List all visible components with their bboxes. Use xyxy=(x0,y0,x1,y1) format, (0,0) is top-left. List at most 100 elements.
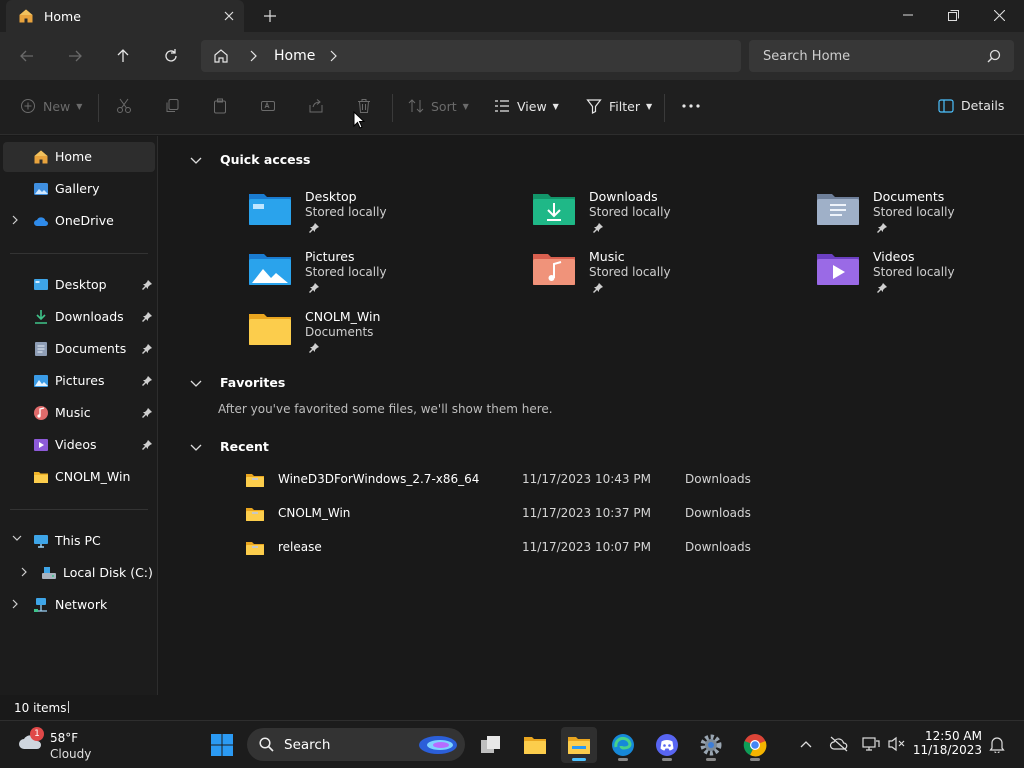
quick-access-pictures[interactable]: Pictures Stored locally xyxy=(248,249,508,305)
quick-access-desktop[interactable]: Desktop Stored locally xyxy=(248,189,508,245)
cut-button[interactable] xyxy=(116,98,132,114)
network-icon xyxy=(33,597,49,613)
weather-widget[interactable]: 1 58°F Cloudy xyxy=(18,727,91,761)
pin-icon xyxy=(142,343,152,357)
chrome-button[interactable] xyxy=(737,727,773,763)
chevron-right-icon[interactable] xyxy=(21,567,28,580)
address-bar[interactable]: Home xyxy=(201,40,741,72)
sidebar-item-downloads[interactable]: Downloads xyxy=(3,302,155,332)
search-box[interactable]: Search Home xyxy=(749,40,1014,72)
quick-access-videos[interactable]: Videos Stored locally xyxy=(816,249,1024,305)
copy-icon xyxy=(166,99,179,112)
minimize-button[interactable] xyxy=(885,0,931,30)
show-hidden-icons-button[interactable] xyxy=(793,731,819,757)
recent-row[interactable]: WineD3DForWindows_2.7-x86_64 11/17/2023 … xyxy=(245,468,845,492)
settings-button[interactable] xyxy=(693,727,729,763)
item-subtitle: Stored locally xyxy=(589,205,671,219)
more-options-button[interactable] xyxy=(682,104,700,108)
view-button[interactable]: View ▼ xyxy=(494,98,559,114)
sidebar-item-videos[interactable]: Videos xyxy=(3,430,155,460)
details-button[interactable]: Details xyxy=(938,98,1004,113)
pin-icon xyxy=(142,439,152,453)
sort-button[interactable]: Sort ▼ xyxy=(408,98,469,114)
tab-home[interactable]: Home xyxy=(6,0,244,32)
chevron-down-icon[interactable] xyxy=(190,441,202,453)
quick-access-music[interactable]: Music Stored locally xyxy=(532,249,792,305)
item-name: Music xyxy=(589,249,625,264)
refresh-button[interactable] xyxy=(156,42,186,70)
clock[interactable]: 12:50 AM 11/18/2023 xyxy=(906,729,982,757)
weather-temp: 58°F xyxy=(50,731,79,745)
chevron-down-icon[interactable] xyxy=(190,154,202,166)
file-explorer-active-button[interactable] xyxy=(561,727,597,763)
sidebar-item-gallery[interactable]: Gallery xyxy=(3,174,155,204)
breadcrumb-home[interactable]: Home xyxy=(274,48,315,64)
folder-pictures-icon xyxy=(248,249,292,287)
mouse-cursor-icon xyxy=(353,110,366,132)
recent-location: Downloads xyxy=(685,472,751,486)
edge-icon xyxy=(612,734,634,756)
new-tab-button[interactable] xyxy=(258,5,282,27)
sidebar-item-home[interactable]: Home xyxy=(3,142,155,172)
sidebar-item-music[interactable]: Music xyxy=(3,398,155,428)
edge-button[interactable] xyxy=(605,727,641,763)
sidebar-item-onedrive[interactable]: OneDrive xyxy=(3,206,155,236)
back-button[interactable] xyxy=(12,42,42,70)
chevron-down-icon: ▼ xyxy=(462,101,469,111)
gear-icon xyxy=(700,734,722,756)
sidebar-item-desktop[interactable]: Desktop xyxy=(3,270,155,300)
recent-row[interactable]: CNOLM_Win 11/17/2023 10:37 PM Downloads xyxy=(245,502,845,526)
onedrive-tray-icon[interactable] xyxy=(826,731,852,757)
active-indicator xyxy=(572,758,586,761)
sidebar-item-documents[interactable]: Documents xyxy=(3,334,155,364)
sidebar-item-network[interactable]: Network xyxy=(3,590,155,620)
recent-date: 11/17/2023 10:37 PM xyxy=(522,506,651,520)
chevron-right-icon[interactable] xyxy=(329,50,337,65)
taskbar-search[interactable]: Search xyxy=(247,728,465,761)
sidebar-item-local-disk[interactable]: Local Disk (C:) xyxy=(3,558,155,588)
close-window-button[interactable] xyxy=(976,0,1022,30)
notification-badge: 1 xyxy=(30,727,44,741)
filter-button[interactable]: Filter ▼ xyxy=(586,98,652,114)
quick-access-downloads[interactable]: Downloads Stored locally xyxy=(532,189,792,245)
copy-button[interactable] xyxy=(164,98,180,114)
sidebar-item-label: Network xyxy=(55,597,108,612)
network-tray-icon[interactable] xyxy=(858,731,884,757)
forward-button[interactable] xyxy=(60,42,90,70)
sidebar-item-this-pc[interactable]: This PC xyxy=(3,526,155,556)
zip-folder-icon xyxy=(245,472,265,491)
quick-access-cnolm-win[interactable]: CNOLM_Win Documents xyxy=(248,309,508,365)
paste-button[interactable] xyxy=(212,98,228,114)
windows-icon xyxy=(211,734,233,756)
sidebar-item-pictures[interactable]: Pictures xyxy=(3,366,155,396)
close-tab-button[interactable] xyxy=(218,5,240,27)
search-icon[interactable] xyxy=(987,49,1001,66)
chevron-right-icon[interactable] xyxy=(249,50,257,65)
chevron-down-icon[interactable] xyxy=(12,535,22,545)
discord-button[interactable] xyxy=(649,727,685,763)
volume-muted-icon xyxy=(888,736,905,752)
rename-button[interactable] xyxy=(260,98,276,114)
share-button[interactable] xyxy=(308,98,324,114)
task-view-button[interactable] xyxy=(473,727,509,763)
search-input[interactable]: Search Home xyxy=(763,49,850,64)
start-button[interactable] xyxy=(204,727,240,763)
restore-button[interactable] xyxy=(930,0,976,30)
sidebar-item-cnolm-win[interactable]: CNOLM_Win xyxy=(3,462,155,492)
chevron-right-icon[interactable] xyxy=(12,215,19,228)
divider xyxy=(10,253,148,254)
recent-row[interactable]: release 11/17/2023 10:07 PM Downloads xyxy=(245,536,845,560)
chevron-down-icon[interactable] xyxy=(190,377,202,389)
quick-access-documents[interactable]: Documents Stored locally xyxy=(816,189,1024,245)
chevron-right-icon[interactable] xyxy=(12,599,19,612)
pin-icon xyxy=(142,375,152,389)
notifications-button[interactable] xyxy=(984,731,1010,757)
home-icon[interactable] xyxy=(213,48,229,67)
item-subtitle: Stored locally xyxy=(873,265,955,279)
up-button[interactable] xyxy=(108,42,138,70)
new-button[interactable]: New ▼ xyxy=(20,98,82,114)
folder-icon xyxy=(524,737,546,754)
close-icon xyxy=(993,9,1005,21)
file-explorer-taskbar-button[interactable] xyxy=(517,727,553,763)
pin-icon xyxy=(142,407,152,421)
